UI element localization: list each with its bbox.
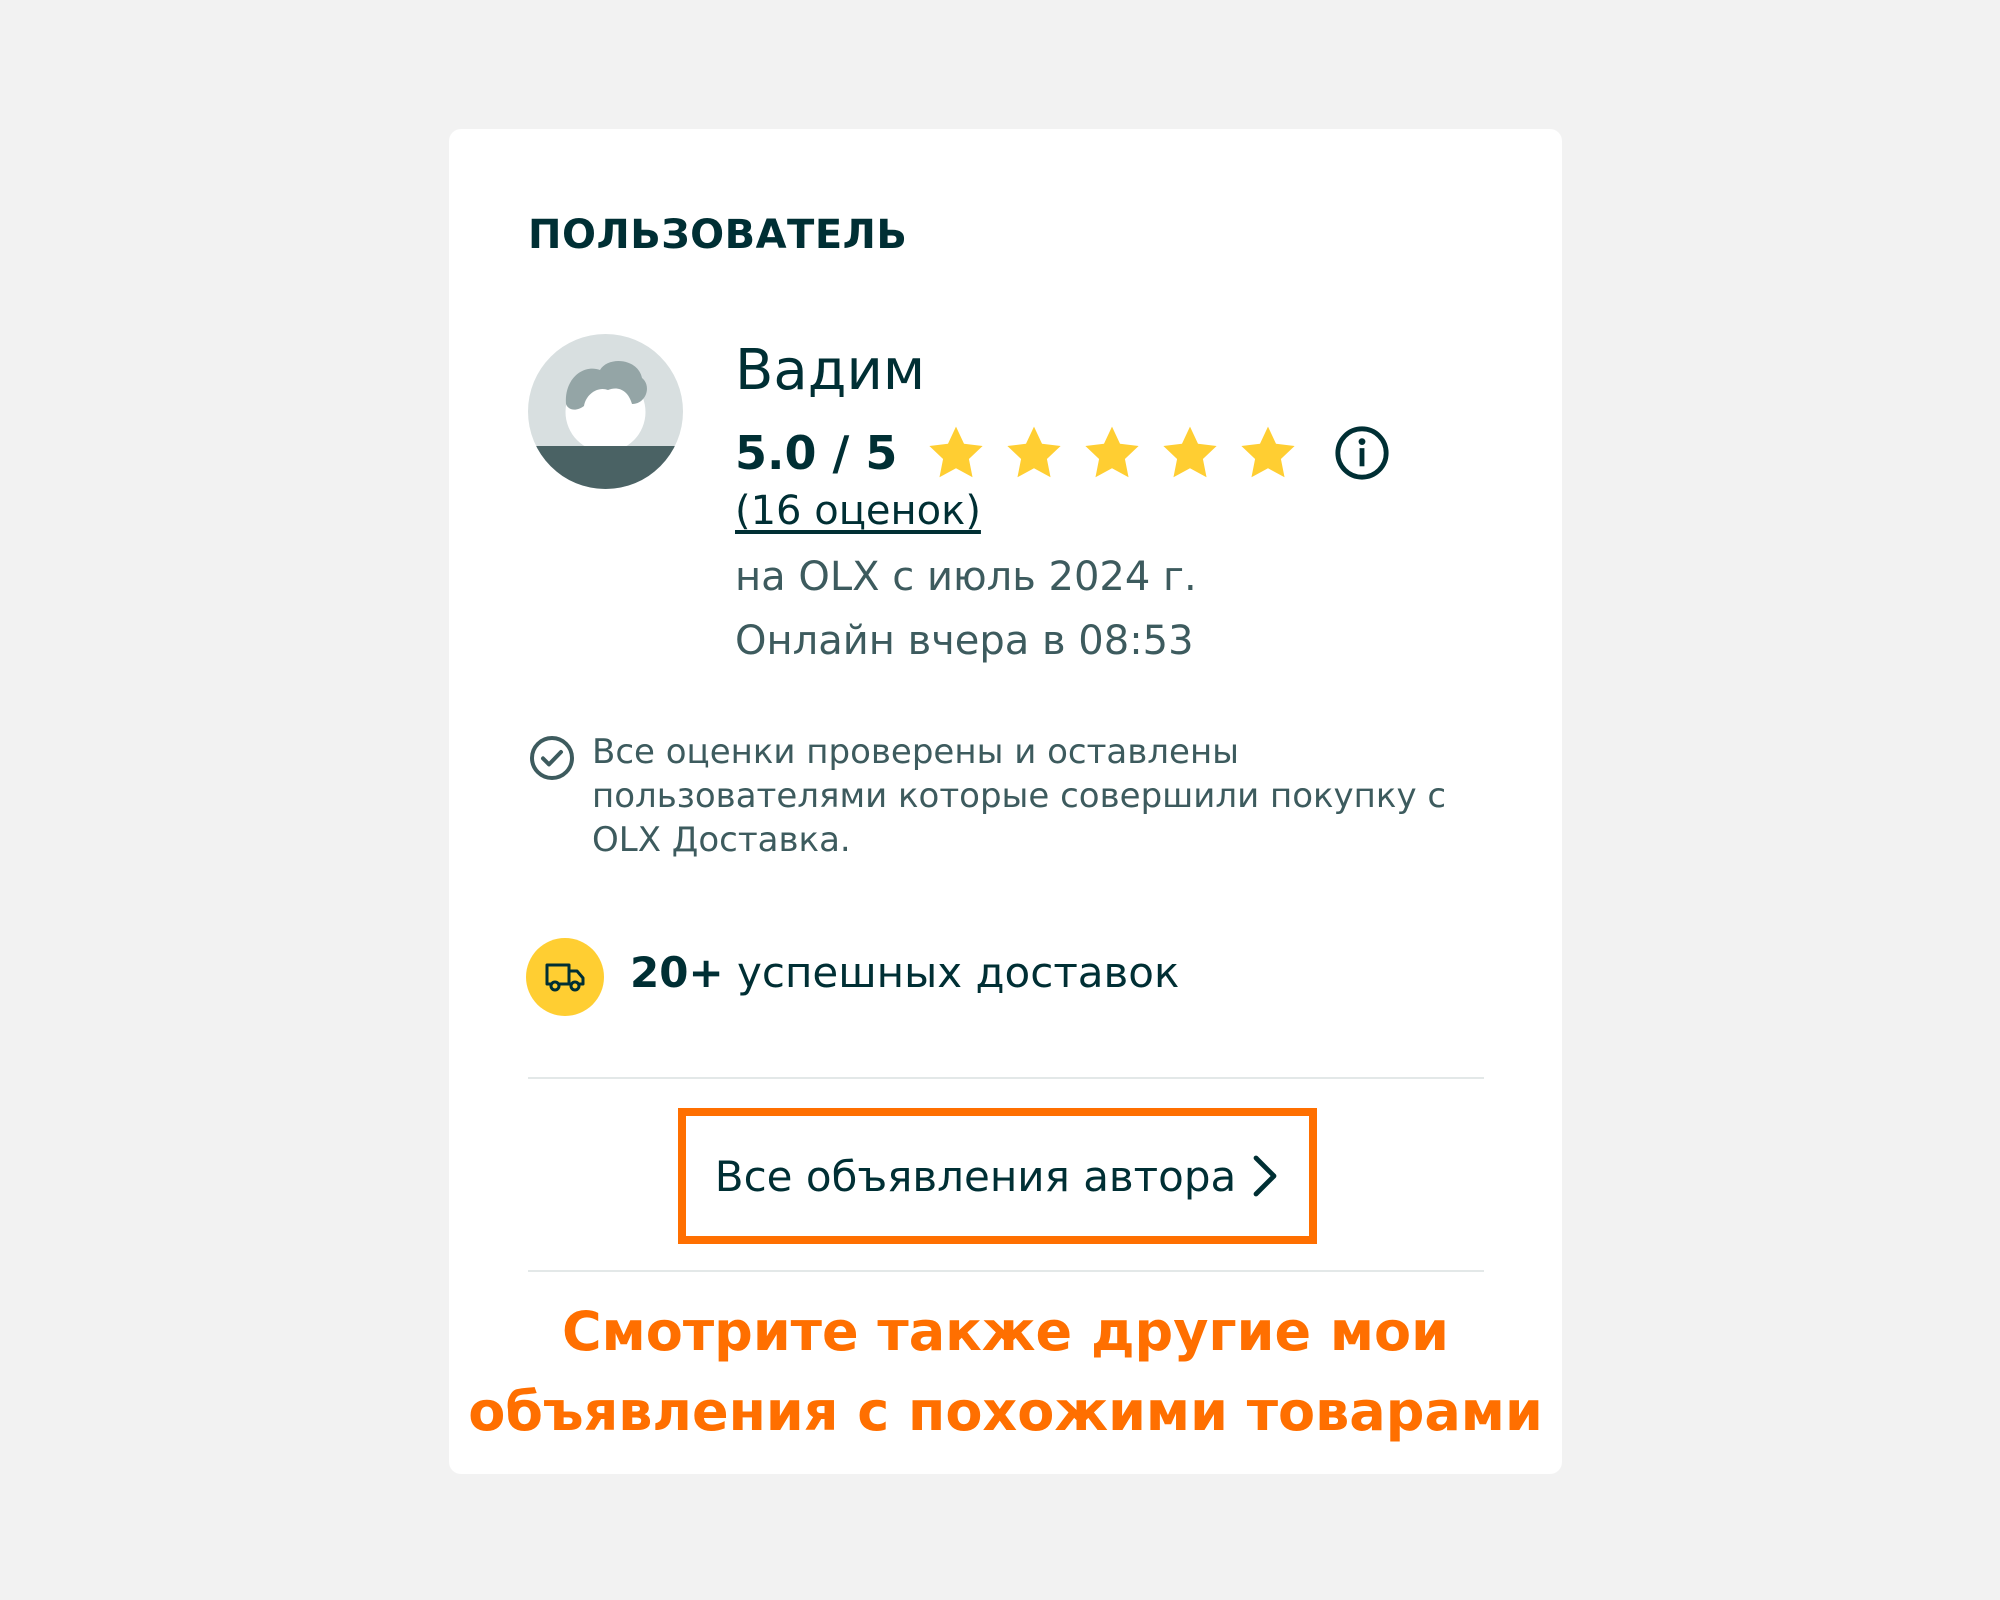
star-icon [1241,426,1295,478]
chevron-right-icon [1253,1155,1277,1197]
promo-line-2: объявления с похожими товарами [468,1380,1543,1443]
member-since: на OLX с июль 2024 г. [735,554,1197,600]
section-title: ПОЛЬЗОВАТЕЛЬ [528,212,908,258]
verified-reviews-note: Все оценки проверены и оставлены пользов… [592,732,1447,860]
all-ads-button[interactable]: Все объявления автора [678,1108,1317,1244]
rating-row: 5.0 / 5 [735,420,1391,486]
all-ads-label: Все объявления автора [714,1151,1237,1201]
deliveries-label: успешных доставок [737,948,1180,997]
successful-deliveries: 20+ успешных доставок [630,948,1179,997]
rating-score: 5.0 / 5 [735,426,898,480]
star-icon [1163,426,1217,478]
star-icon [1007,426,1061,478]
user-name: Вадим [735,338,926,403]
reviews-link[interactable]: (16 оценок) [735,488,981,534]
deliveries-count: 20+ [630,948,724,997]
divider [528,1077,1484,1079]
star-icon [1085,426,1139,478]
star-icon [929,426,983,478]
promo-caption: Смотрите также другие мои объявления с п… [449,1292,1562,1452]
divider [528,1270,1484,1272]
info-icon[interactable] [1333,424,1391,482]
avatar[interactable] [528,334,683,489]
last-online-status: Онлайн вчера в 08:53 [735,618,1194,664]
check-circle-icon [530,736,574,780]
delivery-badge [526,938,604,1016]
rating-stars [925,422,1315,484]
truck-icon [545,963,585,992]
promo-line-1: Смотрите также другие мои [562,1300,1449,1363]
